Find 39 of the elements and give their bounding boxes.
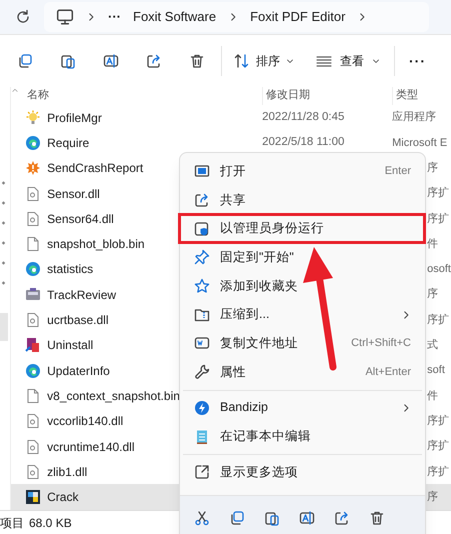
- file-type: 序扩: [427, 186, 450, 202]
- file-type: 序扩: [427, 212, 450, 227]
- file-name: Require: [47, 134, 90, 152]
- file-name: TrackReview: [47, 286, 116, 304]
- file-name: Sensor64.dll: [47, 210, 114, 228]
- file-type: 式: [427, 338, 438, 354]
- file-name: statistics: [47, 261, 94, 278]
- file-type: 序扩: [427, 414, 450, 429]
- file-date: 2022/5/18 11:00: [262, 135, 346, 150]
- file-name: vcruntime140.dll: [47, 438, 135, 456]
- file-name: Uninstall: [47, 337, 94, 354]
- file-name: SendCrashReport: [47, 160, 144, 178]
- file-name: ProfileMgr: [47, 110, 102, 127]
- file-type: 序: [427, 490, 438, 505]
- file-type: 序扩: [427, 464, 450, 480]
- file-name: UpdaterInfo: [47, 362, 110, 380]
- file-type: osoft: [427, 262, 451, 278]
- shortcut-text: Alt+Enter: [365, 364, 411, 380]
- file-type: 应用程序: [392, 110, 436, 126]
- status-item-count: 项目: [0, 514, 24, 532]
- status-size: 68.0 KB: [29, 514, 72, 532]
- file-type: 序: [427, 160, 438, 176]
- shortcut-text: Ctrl+Shift+C: [351, 336, 411, 352]
- file-name: Sensor.dll: [47, 186, 100, 203]
- file-name: Crack: [47, 489, 78, 506]
- file-type: Microsoft E: [392, 136, 448, 151]
- file-name: ucrtbase.dll: [47, 312, 109, 330]
- file-name: zlib1.dll: [47, 464, 88, 481]
- file-type: 序扩: [427, 312, 450, 328]
- shortcut-text: Enter: [384, 164, 411, 180]
- file-type: 件: [427, 388, 438, 404]
- file-name: v8_context_snapshot.bin: [47, 388, 180, 405]
- file-name: snapshot_blob.bin: [47, 236, 145, 254]
- file-date: 2022/11/28 0:45: [262, 110, 346, 126]
- file-name: vccorlib140.dll: [47, 413, 124, 430]
- file-type: 序: [427, 286, 438, 302]
- file-type: soft: [427, 363, 445, 378]
- file-type: 件: [427, 236, 438, 252]
- file-type: 序扩: [427, 438, 450, 454]
